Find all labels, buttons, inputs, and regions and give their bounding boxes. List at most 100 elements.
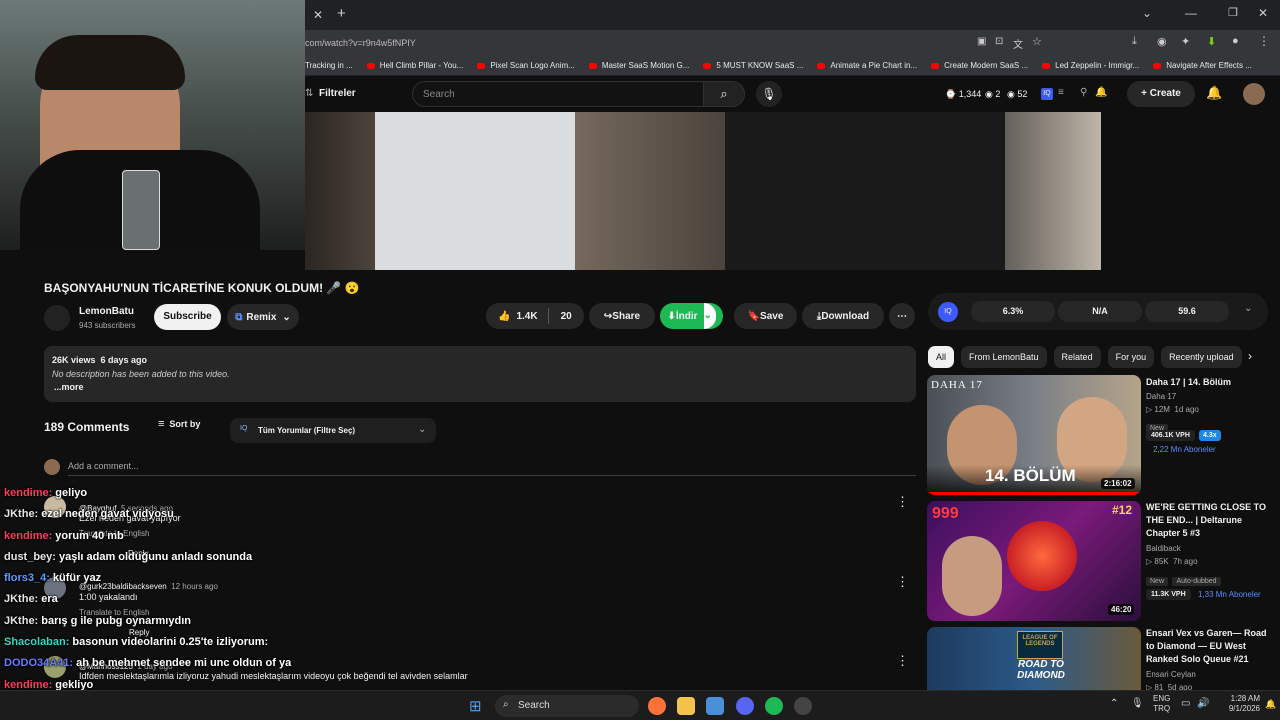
new-tab-icon[interactable]: + bbox=[337, 5, 346, 22]
related-video-thumbnail[interactable]: 999 #12 46:20 bbox=[927, 501, 1141, 621]
bookmark-item[interactable]: Navigate After Effects ... bbox=[1153, 61, 1252, 70]
channel-name[interactable]: LemonBatu bbox=[79, 306, 134, 317]
chip-scroll-right-icon[interactable]: › bbox=[1248, 349, 1252, 363]
remix-button[interactable]: ⧉ Remix ⌄ bbox=[227, 304, 299, 330]
filter-icon[interactable]: ⇅ bbox=[305, 88, 313, 99]
related-video-thumbnail[interactable]: DAHA 17 14. BÖLÜM 2:16:02 bbox=[927, 375, 1141, 495]
like-count[interactable]: 1.4K bbox=[516, 311, 537, 322]
spotify-icon[interactable] bbox=[765, 697, 783, 715]
comment-menu-icon[interactable]: ⋮ bbox=[896, 494, 909, 510]
comment-menu-icon[interactable]: ⋮ bbox=[896, 653, 909, 669]
alert-ext-icon[interactable]: 🔔 bbox=[1095, 87, 1107, 98]
chip-for-you[interactable]: For you bbox=[1107, 346, 1155, 368]
restore-icon[interactable]: ❐ bbox=[1228, 6, 1238, 19]
network-icon[interactable]: ▭ bbox=[1181, 698, 1190, 709]
microphone-icon[interactable]: 🎙 bbox=[756, 81, 782, 107]
chip-all[interactable]: All bbox=[928, 346, 955, 368]
stat-fiftytwo-value: 52 bbox=[1017, 89, 1028, 99]
bookmark-star-icon[interactable]: ☆ bbox=[1032, 35, 1042, 48]
filter-label[interactable]: Filtreler bbox=[319, 88, 356, 99]
bookmark-item[interactable]: Led Zeppelin - Immigr... bbox=[1042, 61, 1139, 70]
related-video-title[interactable]: WE'RE GETTING CLOSE TO THE END... | Delt… bbox=[1146, 501, 1272, 540]
microphone-tray-icon[interactable]: 🎙 bbox=[1131, 698, 1144, 709]
notification-ext-icon[interactable]: ⚲ bbox=[1080, 87, 1087, 98]
search-input[interactable]: Search bbox=[412, 81, 704, 107]
related-video-title[interactable]: Ensari Vex vs Garen— Road to Diamond — E… bbox=[1146, 627, 1272, 666]
description-box[interactable]: 26K views 6 days ago No description has … bbox=[44, 346, 916, 402]
close-tab-icon[interactable]: ✕ bbox=[313, 8, 323, 22]
screenshot-icon[interactable]: ⊡ bbox=[995, 36, 1003, 47]
download-button[interactable]: ⤓ Download bbox=[802, 303, 884, 329]
iq-extension-icon[interactable]: IQ bbox=[1041, 88, 1053, 100]
address-bar[interactable]: com/watch?v=r9n4w5fNPIY ▣ ⊡ 文 ☆ ⤓ ◉ ✦ ⬇ … bbox=[305, 30, 1280, 56]
app-icon[interactable] bbox=[706, 697, 724, 715]
tab-search-icon[interactable]: ⌄ bbox=[1142, 6, 1152, 20]
comment-filter-select[interactable]: IQ Tüm Yorumlar (Filtre Seç) ⌄ bbox=[230, 418, 436, 443]
indir-button[interactable]: ⬇ İndir ⌄ bbox=[660, 303, 723, 329]
related-video-channel[interactable]: Daha 17 bbox=[1146, 390, 1176, 403]
create-button[interactable]: + Create bbox=[1127, 81, 1195, 107]
notification-center-icon[interactable]: 🔔 bbox=[1265, 699, 1276, 710]
related-video-channel[interactable]: Baldiback bbox=[1146, 542, 1181, 555]
chip-recently-upload[interactable]: Recently upload bbox=[1161, 346, 1242, 368]
tray-chevron-icon[interactable]: ⌃ bbox=[1110, 698, 1118, 709]
firefox-icon[interactable] bbox=[648, 697, 666, 715]
bookmark-item[interactable]: Animate a Pie Chart in... bbox=[817, 61, 917, 70]
chip-related[interactable]: Related bbox=[1053, 346, 1101, 368]
channel-avatar[interactable] bbox=[44, 305, 70, 331]
related-video-title[interactable]: Daha 17 | 14. Bölüm bbox=[1146, 376, 1266, 389]
list-icon[interactable]: ≡ bbox=[1058, 87, 1064, 98]
add-comment-input[interactable]: Add a comment... bbox=[68, 461, 139, 471]
green-extension-icon[interactable]: ⬇ bbox=[1207, 35, 1216, 48]
bookmark-item[interactable]: Create Modern SaaS ... bbox=[931, 61, 1028, 70]
stat-two: ◉ 2 bbox=[985, 89, 1001, 99]
clock[interactable]: 1:28 AM 9/1/2026 bbox=[1218, 694, 1260, 714]
bookmark-item[interactable]: 5 MUST KNOW SaaS ... bbox=[703, 61, 803, 70]
youtube-favicon-icon bbox=[477, 62, 486, 69]
cast-icon[interactable]: ▣ bbox=[977, 36, 986, 47]
account-icon[interactable]: ● bbox=[1232, 35, 1239, 47]
chip-from-lemonbatu[interactable]: From LemonBatu bbox=[961, 346, 1047, 368]
obs-icon[interactable] bbox=[794, 697, 812, 715]
like-icon[interactable]: 👍 bbox=[498, 311, 510, 322]
indir-dropdown-icon[interactable]: ⌄ bbox=[703, 303, 716, 329]
more-actions-button[interactable]: ⋯ bbox=[889, 303, 915, 329]
extensions-icon[interactable]: ✦ bbox=[1181, 35, 1190, 48]
volume-icon[interactable]: 🔊 bbox=[1197, 698, 1209, 709]
sort-by-button[interactable]: ≡ Sort by bbox=[158, 418, 200, 430]
taskbar-search[interactable]: ⌕ Search bbox=[495, 695, 639, 717]
bookmark-item[interactable]: Master SaaS Motion G... bbox=[588, 61, 689, 70]
search-button[interactable]: ⌕ bbox=[703, 81, 745, 107]
remix-label: Remix bbox=[246, 311, 277, 323]
windows-start-icon[interactable]: ⊞ bbox=[469, 697, 482, 715]
minimize-icon[interactable]: — bbox=[1185, 6, 1197, 20]
avatar[interactable] bbox=[1243, 83, 1265, 105]
dislike-count[interactable]: 20 bbox=[561, 311, 572, 322]
video-player[interactable] bbox=[305, 112, 1101, 270]
metrics-expand-icon[interactable]: ⌄ bbox=[1244, 303, 1252, 314]
bookmark-item[interactable]: Hell Climb Pillar - You... bbox=[366, 61, 463, 70]
auto-dubbed-badge: Auto-dubbed bbox=[1172, 577, 1221, 586]
subscribe-button[interactable]: Subscribe bbox=[154, 304, 221, 330]
user-avatar bbox=[44, 459, 60, 475]
profile-icon[interactable]: ◉ bbox=[1157, 35, 1167, 48]
discord-icon[interactable] bbox=[736, 697, 754, 715]
notifications-bell-icon[interactable]: 🔔 bbox=[1206, 85, 1222, 101]
chat-message: Shacolaban: basonun videolarini 0.25'te i… bbox=[4, 636, 464, 657]
related-video-meta: ▷ 85K 7h ago bbox=[1146, 557, 1198, 566]
comment-menu-icon[interactable]: ⋮ bbox=[896, 574, 909, 590]
file-explorer-icon[interactable] bbox=[677, 697, 695, 715]
downloads-icon[interactable]: ⤓ bbox=[1132, 35, 1137, 48]
language-indicator[interactable]: ENG TRQ bbox=[1153, 694, 1170, 714]
window-close-icon[interactable]: ✕ bbox=[1258, 6, 1268, 20]
translate-icon[interactable]: 文 bbox=[1013, 36, 1023, 51]
thumbnail-logo: DAHA 17 bbox=[931, 379, 983, 391]
bookmark-item[interactable]: Tracking in ... bbox=[305, 61, 353, 70]
show-more-link[interactable]: ...more bbox=[54, 382, 84, 392]
related-video-thumbnail[interactable]: LEAGUE OF LEGENDS ROAD TO DIAMOND bbox=[927, 627, 1141, 690]
related-video-channel[interactable]: Ensari Ceylan bbox=[1146, 668, 1196, 681]
share-button[interactable]: ↪ Share bbox=[589, 303, 655, 329]
menu-dots-icon[interactable]: ⋮ bbox=[1258, 34, 1270, 48]
save-button[interactable]: 🔖 Save bbox=[734, 303, 797, 329]
bookmark-item[interactable]: Pixel Scan Logo Anim... bbox=[477, 61, 575, 70]
